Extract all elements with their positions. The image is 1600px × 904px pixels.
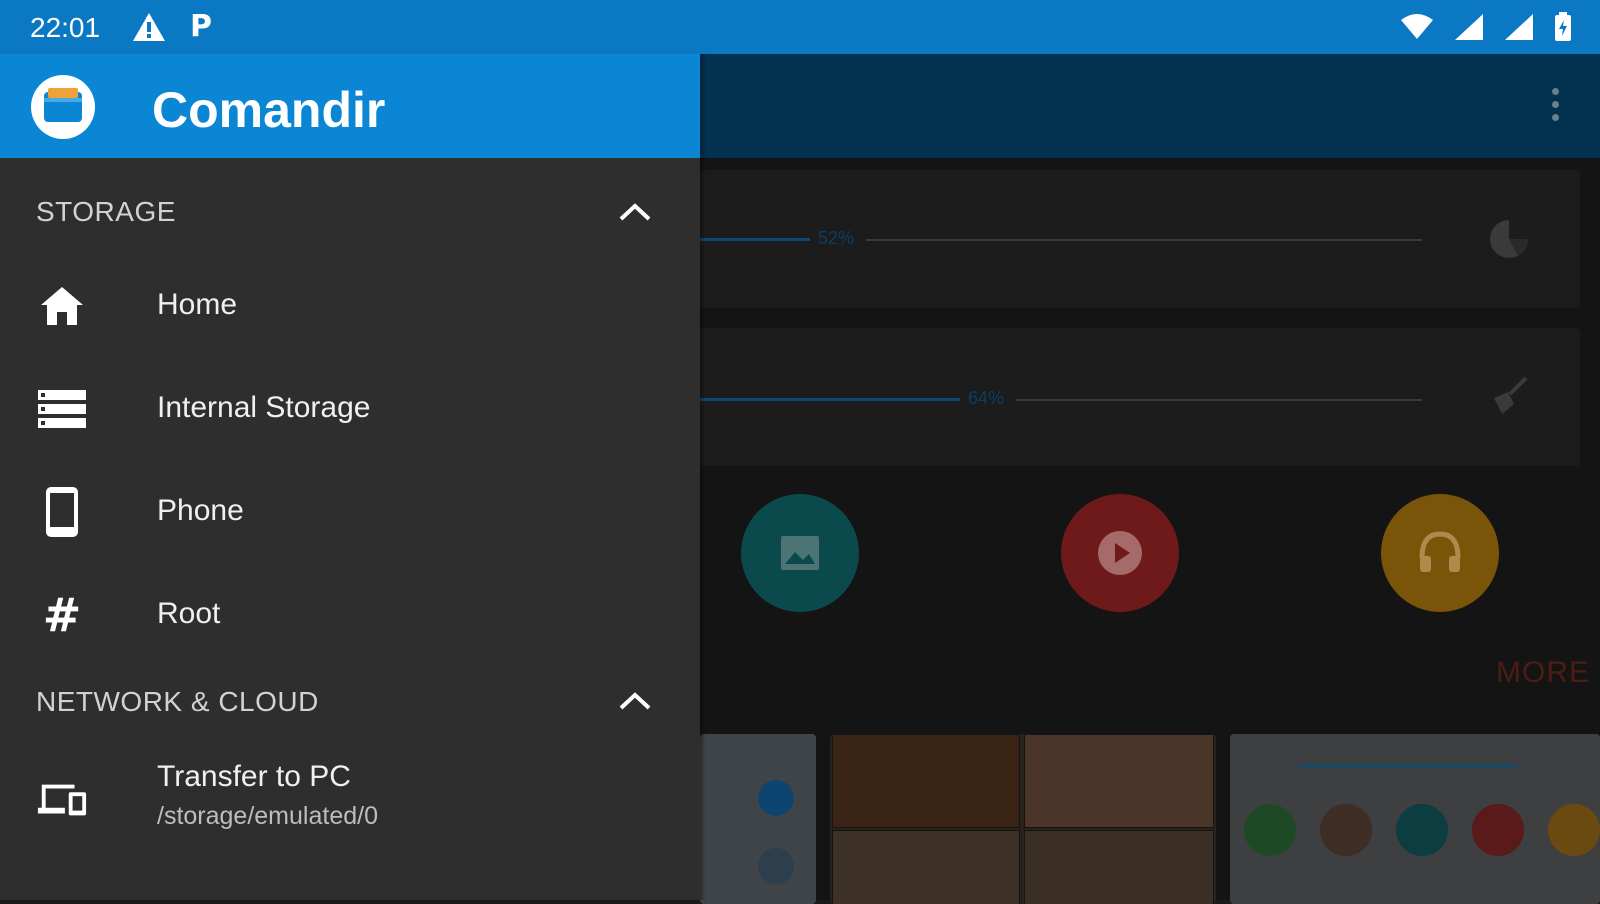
signal-icon [1505, 14, 1533, 40]
hash-icon: # [42, 588, 82, 642]
drawer-item-label: Internal Storage [157, 391, 371, 424]
parking-icon: P [190, 9, 212, 44]
images-category-button[interactable] [741, 494, 859, 612]
screenshot-thumbnail[interactable] [700, 734, 816, 904]
overflow-menu-icon[interactable] [1552, 88, 1560, 127]
drawer-shadow [700, 54, 706, 900]
broom-icon[interactable] [1486, 374, 1530, 418]
section-header-storage[interactable]: STORAGE [36, 196, 176, 228]
chevron-up-icon[interactable] [618, 201, 652, 223]
chevron-up-icon[interactable] [618, 690, 652, 712]
drawer-item-label: Home [157, 288, 238, 321]
phone-icon [36, 486, 88, 538]
app-logo-icon [31, 75, 95, 139]
storage-free-bar [866, 239, 1422, 241]
status-bar: 22:01 P [0, 0, 1600, 54]
drawer-item-path: /storage/emulated/0 [157, 802, 378, 830]
drawer-item-label: Root [157, 597, 221, 630]
section-header-network-cloud[interactable]: NETWORK & CLOUD [36, 686, 319, 718]
storage-card[interactable]: 52% [700, 170, 1580, 308]
pie-chart-icon[interactable] [1488, 218, 1530, 260]
status-time: 22:01 [30, 12, 101, 43]
storage-usage-bar [700, 398, 960, 401]
drawer-item-home[interactable]: Home [0, 258, 700, 354]
drawer-item-label: Transfer to PC [157, 760, 351, 793]
screenshot-thumbnail[interactable] [830, 734, 1216, 904]
home-icon [36, 280, 88, 332]
videos-category-button[interactable] [1061, 494, 1179, 612]
warning-icon [133, 13, 165, 41]
drawer-item-root[interactable]: # Root [0, 567, 700, 663]
drawer-item-phone[interactable]: Phone [0, 464, 700, 560]
storage-free-bar [1016, 399, 1422, 401]
navigation-drawer: Comandir STORAGE Home Internal Storage P… [0, 54, 700, 900]
storage-percent: 64% [968, 388, 1005, 408]
drawer-item-internal-storage[interactable]: Internal Storage [0, 361, 700, 457]
storage-usage-bar [700, 238, 810, 241]
headphones-icon [1419, 531, 1461, 572]
battery-icon [1555, 12, 1571, 41]
drawer-item-label: Phone [157, 494, 244, 527]
screenshot-thumbnail[interactable] [1230, 734, 1600, 904]
more-button[interactable]: MORE [1496, 656, 1590, 690]
image-icon [781, 536, 819, 570]
drawer-header: Comandir [0, 54, 700, 158]
drawer-item-transfer-to-pc[interactable]: Transfer to PC /storage/emulated/0 [0, 740, 700, 860]
music-category-button[interactable] [1381, 494, 1499, 612]
devices-icon [36, 774, 88, 826]
app-title: Comandir [152, 82, 386, 138]
signal-icon [1455, 14, 1483, 40]
play-icon [1098, 531, 1142, 575]
storage-icon [36, 383, 88, 435]
storage-percent: 52% [818, 228, 855, 248]
storage-card[interactable]: 64% [700, 328, 1580, 466]
wifi-icon [1401, 14, 1433, 39]
